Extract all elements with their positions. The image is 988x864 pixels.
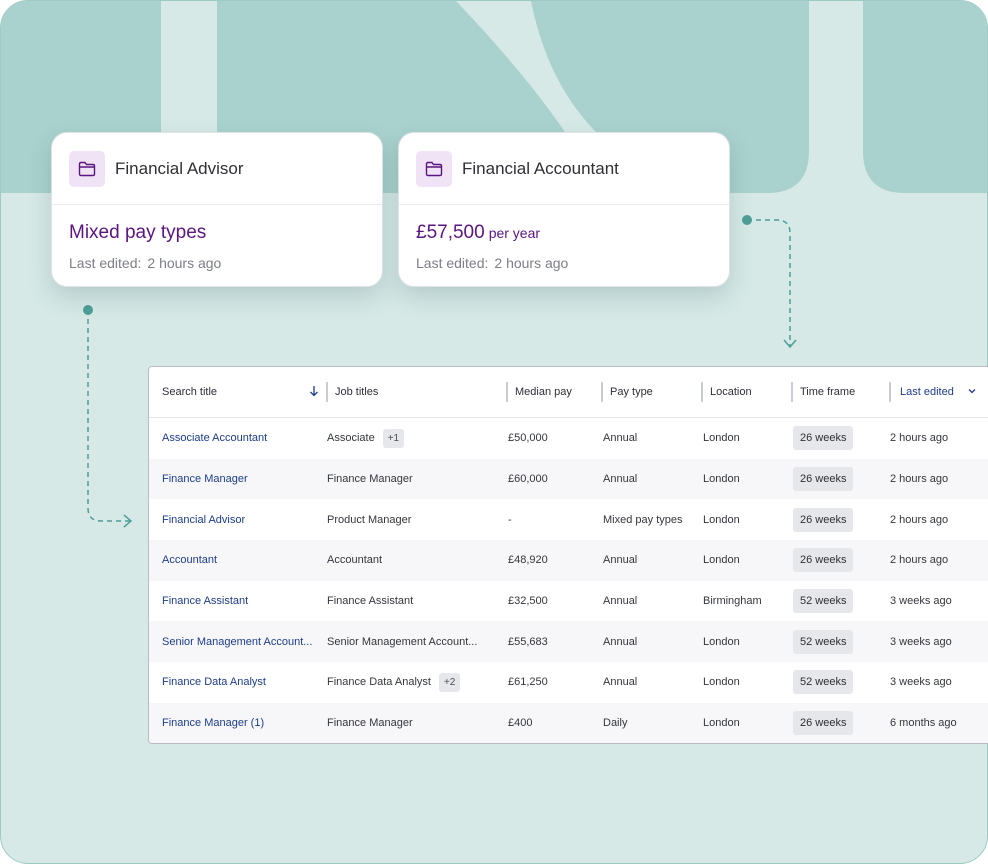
saved-search-card-financial-advisor[interactable]: Financial Advisor Mixed pay types Last e… <box>51 132 383 287</box>
row-time-frame: 26 weeks <box>793 459 854 500</box>
row-last-edited: 3 weeks ago <box>890 595 952 608</box>
row-last-edited: 2 hours ago <box>890 432 949 445</box>
card-last-edited: Last edited: 2 hours ago <box>416 255 569 271</box>
row-pay-type: Annual <box>603 595 638 608</box>
row-last-edited: 2 hours ago <box>890 473 949 486</box>
row-job-titles: Finance Data Analyst +2 <box>327 662 461 703</box>
row-time-frame: 52 weeks <box>793 581 854 622</box>
row-median-pay: £32,500 <box>508 595 548 608</box>
row-location: London <box>703 676 740 689</box>
row-time-frame: 52 weeks <box>793 662 854 703</box>
row-location: London <box>703 473 740 486</box>
extra-titles-badge[interactable]: +2 <box>438 672 461 692</box>
row-median-pay: £400 <box>508 717 533 730</box>
time-frame-badge: 26 weeks <box>793 711 854 736</box>
table-row[interactable]: Finance Manager (1) Finance Manager £400… <box>149 702 988 743</box>
row-time-frame: 26 weeks <box>793 540 854 581</box>
column-header-last-edited[interactable]: Last edited <box>889 382 954 402</box>
table-header: Search title Job titles Median pay Pay t… <box>149 367 988 418</box>
row-last-edited: 3 weeks ago <box>890 676 952 689</box>
card-header: Financial Accountant <box>399 133 729 205</box>
row-location: London <box>703 717 740 730</box>
row-search-title[interactable]: Finance Manager <box>162 459 248 500</box>
folder-icon <box>416 150 452 187</box>
row-job-titles: Product Manager <box>327 513 412 526</box>
row-search-title[interactable]: Senior Management Account... <box>162 621 312 662</box>
row-median-pay: £55,683 <box>508 635 548 648</box>
card-header: Financial Advisor <box>52 133 382 205</box>
row-median-pay: £50,000 <box>508 432 548 445</box>
saved-search-card-financial-accountant[interactable]: Financial Accountant £57,500 per year Las… <box>398 132 730 287</box>
card-title: Financial Advisor <box>115 158 244 178</box>
time-frame-badge: 26 weeks <box>793 426 854 451</box>
row-location: London <box>703 513 740 526</box>
row-median-pay: - <box>508 513 512 526</box>
table-row[interactable]: Associate Accountant Associate +1 £50,000… <box>149 418 988 459</box>
row-time-frame: 26 weeks <box>793 703 854 743</box>
time-frame-badge: 26 weeks <box>793 507 854 532</box>
time-frame-badge: 26 weeks <box>793 548 854 573</box>
pay-unit: per year <box>488 225 541 241</box>
row-median-pay: £61,250 <box>508 676 548 689</box>
row-search-title[interactable]: Finance Manager (1) <box>162 703 264 743</box>
row-time-frame: 26 weeks <box>793 418 854 459</box>
row-last-edited: 2 hours ago <box>890 513 949 526</box>
row-job-titles: Finance Assistant <box>327 595 414 608</box>
column-header-time-frame[interactable]: Time frame <box>791 382 855 402</box>
row-pay-type: Daily <box>603 717 628 730</box>
arrow-down-icon[interactable] <box>309 385 319 397</box>
row-last-edited: 3 weeks ago <box>890 635 952 648</box>
time-frame-badge: 52 weeks <box>793 589 854 614</box>
row-last-edited: 6 months ago <box>890 717 957 730</box>
table-row[interactable]: Accountant Accountant £48,920 Annual Lon… <box>149 540 988 581</box>
row-job-titles: Finance Manager <box>327 717 413 730</box>
row-job-titles: Finance Manager <box>327 473 413 486</box>
table-row[interactable]: Finance Data Analyst Finance Data Analys… <box>149 662 988 703</box>
row-median-pay: £48,920 <box>508 554 548 567</box>
folder-icon <box>69 150 105 187</box>
chevron-down-icon[interactable] <box>967 386 977 396</box>
row-job-titles: Senior Management Account... <box>327 635 478 648</box>
row-job-titles: Accountant <box>327 554 383 567</box>
row-location: London <box>703 635 740 648</box>
column-header-median-pay[interactable]: Median pay <box>506 382 572 402</box>
row-location: London <box>703 554 740 567</box>
row-job-titles: Associate +1 <box>327 418 405 459</box>
row-median-pay: £60,000 <box>508 473 548 486</box>
extra-titles-badge[interactable]: +1 <box>382 428 405 448</box>
column-header-job-titles[interactable]: Job titles <box>326 382 378 402</box>
row-location: Birmingham <box>703 595 762 608</box>
row-pay-type: Mixed pay types <box>603 513 683 526</box>
row-pay-type: Annual <box>603 676 638 689</box>
row-pay-type: Annual <box>603 473 638 486</box>
card-last-edited: Last edited: 2 hours ago <box>69 255 222 271</box>
column-header-pay-type[interactable]: Pay type <box>601 382 653 402</box>
row-search-title[interactable]: Finance Data Analyst <box>162 662 266 703</box>
time-frame-badge: 52 weeks <box>793 670 854 695</box>
row-pay-type: Annual <box>603 554 638 567</box>
table-row[interactable]: Financial Advisor Product Manager - Mixe… <box>149 499 988 540</box>
row-search-title[interactable]: Associate Accountant <box>162 418 267 459</box>
time-frame-badge: 52 weeks <box>793 629 854 654</box>
card-pay-value: £57,500 per year <box>416 222 541 243</box>
row-location: London <box>703 432 740 445</box>
card-title: Financial Accountant <box>462 158 619 178</box>
card-pay-value: Mixed pay types <box>69 222 207 243</box>
row-search-title[interactable]: Accountant <box>162 540 217 581</box>
column-header-search-title[interactable]: Search title <box>149 367 217 417</box>
row-time-frame: 26 weeks <box>793 499 854 540</box>
row-pay-type: Annual <box>603 432 638 445</box>
row-last-edited: 2 hours ago <box>890 554 949 567</box>
column-header-location[interactable]: Location <box>701 382 752 402</box>
table-row[interactable]: Senior Management Account... Senior Mana… <box>149 621 988 663</box>
time-frame-badge: 26 weeks <box>793 467 854 492</box>
row-pay-type: Annual <box>603 635 638 648</box>
row-search-title[interactable]: Finance Assistant <box>162 581 248 622</box>
table-row[interactable]: Finance Manager Finance Manager £60,000 … <box>149 458 988 500</box>
row-time-frame: 52 weeks <box>793 621 854 662</box>
row-search-title[interactable]: Financial Advisor <box>162 499 245 540</box>
table-row[interactable]: Finance Assistant Finance Assistant £32,… <box>149 581 988 622</box>
saved-searches-table: Search title Job titles Median pay Pay t… <box>148 366 988 744</box>
